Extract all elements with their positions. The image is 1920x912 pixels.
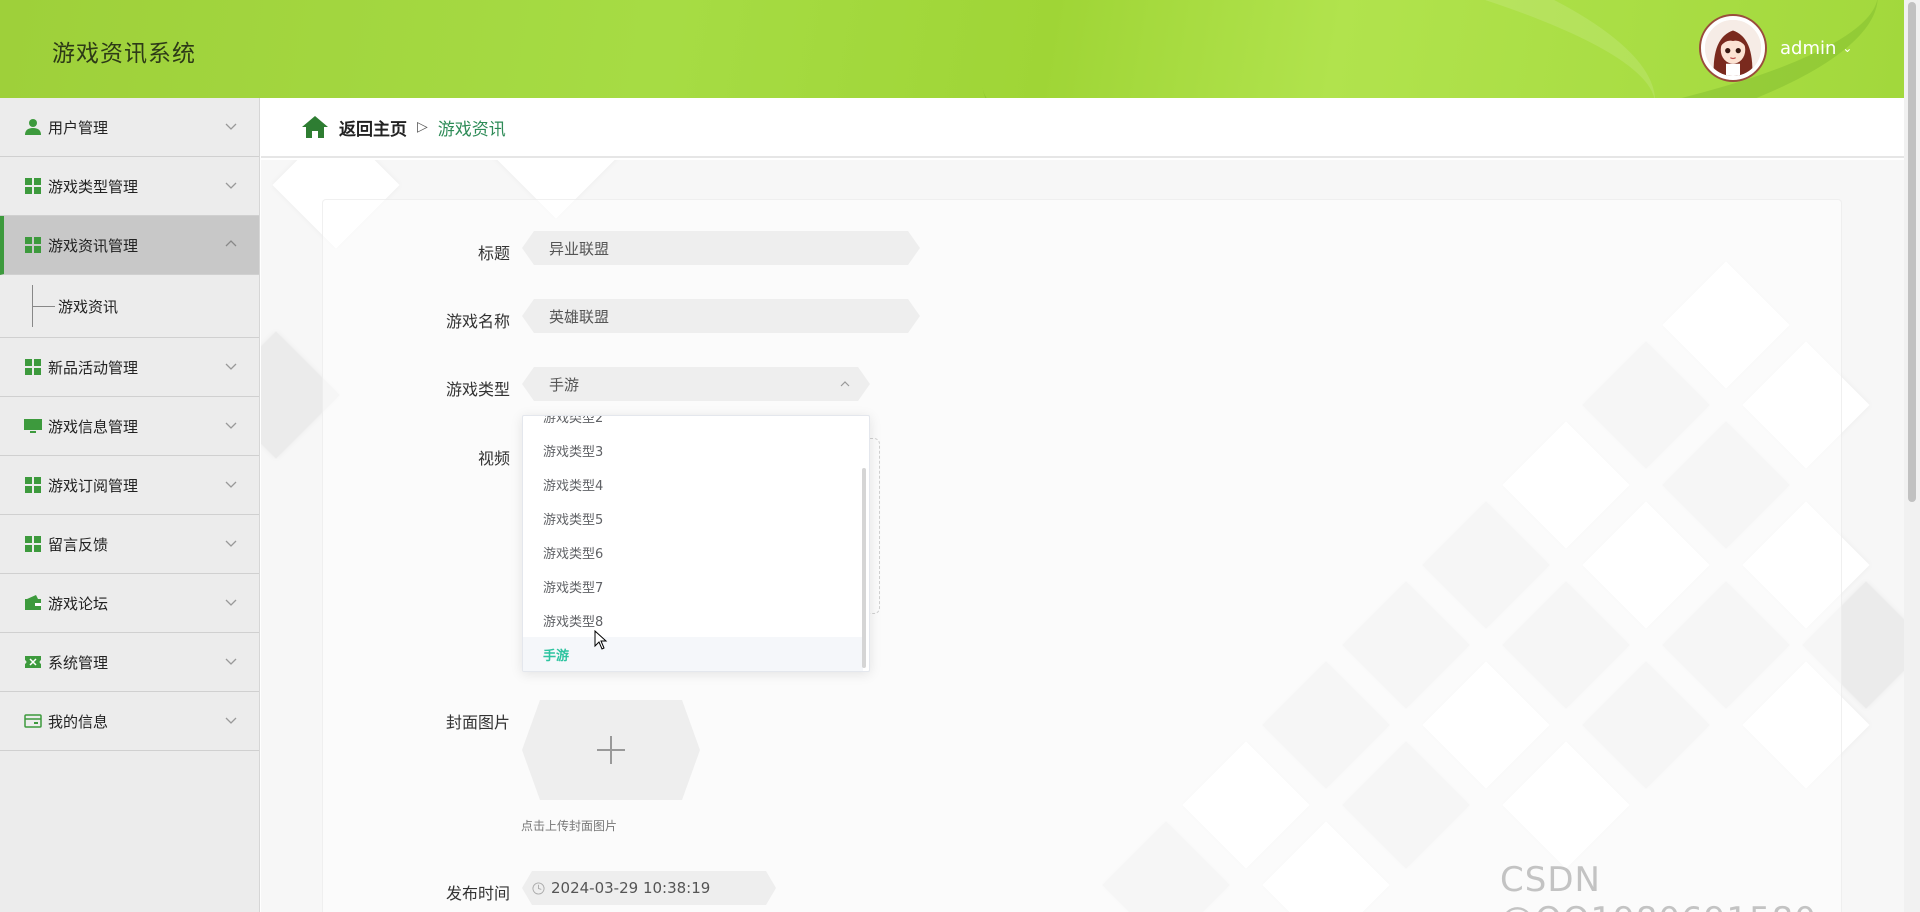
sidebar-subitem-label: 游戏资讯 — [58, 297, 119, 316]
sidebar-item-label: 新品活动管理 — [48, 358, 139, 377]
grid-icon — [25, 536, 41, 552]
game-name-value: 英雄联盟 — [549, 307, 610, 326]
sidebar-item-label: 系统管理 — [48, 653, 109, 672]
chevron-up-icon — [225, 240, 237, 247]
breadcrumb-separator: ▷ — [417, 119, 428, 135]
dropdown-option[interactable]: 游戏类型2 — [523, 416, 863, 433]
avatar[interactable] — [1701, 16, 1765, 80]
game-type-dropdown: 游戏类型2 游戏类型3 游戏类型4 游戏类型5 游戏类型6 游戏类型7 游戏类型… — [522, 415, 870, 672]
sidebar-item-my-info[interactable]: 我的信息 — [0, 692, 259, 751]
chevron-down-icon — [225, 123, 237, 130]
chevron-down-icon — [225, 481, 237, 488]
breadcrumb-current: 游戏资讯 — [437, 119, 506, 140]
sidebar-item-label: 用户管理 — [48, 118, 109, 137]
sidebar-item-label: 游戏订阅管理 — [48, 476, 139, 495]
plus-icon — [610, 736, 612, 764]
watermark: CSDN @QQ1980691580 — [1500, 860, 1816, 912]
cover-upload-button[interactable] — [522, 700, 700, 800]
wallet-icon — [25, 595, 41, 610]
sidebar-item-label: 游戏资讯管理 — [48, 236, 139, 255]
game-type-label: 游戏类型 — [445, 380, 510, 399]
dropdown-option[interactable]: 游戏类型5 — [523, 501, 863, 535]
username: admin — [1780, 38, 1837, 59]
title-label: 标题 — [477, 244, 510, 263]
game-name-input[interactable]: 英雄联盟 — [522, 299, 920, 333]
grid-icon — [25, 237, 41, 253]
dropdown-option-selected[interactable]: 手游 — [523, 637, 863, 671]
video-label: 视频 — [477, 449, 510, 468]
sidebar-item-label: 游戏类型管理 — [48, 177, 139, 196]
grid-icon — [25, 359, 41, 375]
sidebar-subitem-game-news[interactable]: 游戏资讯 — [0, 275, 259, 338]
mouse-cursor-icon — [594, 630, 608, 650]
dropdown-option[interactable]: 游戏类型3 — [523, 433, 863, 467]
grid-icon — [25, 178, 41, 194]
chevron-down-icon — [225, 363, 237, 370]
monitor-icon — [24, 419, 42, 433]
chevron-down-icon — [225, 540, 237, 547]
sidebar-item-game-news-management[interactable]: 游戏资讯管理 — [0, 216, 259, 275]
app-title: 游戏资讯系统 — [52, 41, 196, 67]
sidebar-item-label: 游戏论坛 — [48, 594, 109, 613]
chevron-down-icon: ⌄ — [1842, 41, 1853, 55]
sidebar: 用户管理 游戏类型管理 游戏资讯管理 游戏资讯 新品活动管理 游戏信息管理 游戏… — [0, 98, 260, 912]
breadcrumb-home-link[interactable]: 返回主页 — [339, 115, 407, 140]
sidebar-item-label: 留言反馈 — [48, 535, 109, 554]
user-icon — [25, 119, 41, 135]
sidebar-item-user-management[interactable]: 用户管理 — [0, 98, 259, 157]
breadcrumb: 返回主页 ▷ 游戏资讯 — [261, 98, 1904, 158]
user-menu[interactable]: admin ⌄ — [1780, 38, 1852, 59]
sidebar-item-new-event-management[interactable]: 新品活动管理 — [0, 338, 259, 397]
dropdown-option[interactable]: 游戏类型4 — [523, 467, 863, 501]
chevron-up-icon — [840, 379, 850, 389]
cover-image-label: 封面图片 — [445, 713, 510, 732]
home-icon[interactable] — [301, 113, 329, 141]
dropdown-option[interactable]: 游戏类型8 — [523, 603, 863, 637]
game-type-select[interactable]: 手游 — [522, 367, 870, 401]
chevron-down-icon — [225, 717, 237, 724]
avatar-girl-icon — [1705, 20, 1761, 76]
publish-time-label: 发布时间 — [445, 884, 510, 903]
chevron-down-icon — [225, 599, 237, 606]
dropdown-option[interactable]: 游戏类型7 — [523, 569, 863, 603]
sidebar-item-label: 我的信息 — [48, 712, 109, 731]
card-icon — [24, 714, 42, 728]
page-scrollbar[interactable] — [1904, 0, 1920, 912]
dropdown-scrollbar[interactable] — [862, 468, 866, 668]
page-scrollbar-thumb[interactable] — [1908, 2, 1916, 502]
title-value: 异业联盟 — [549, 239, 610, 258]
sidebar-item-feedback[interactable]: 留言反馈 — [0, 515, 259, 574]
publish-time-input[interactable]: 2024-03-29 10:38:19 — [522, 871, 776, 905]
sidebar-item-subscription-management[interactable]: 游戏订阅管理 — [0, 456, 259, 515]
sidebar-item-system-management[interactable]: 系统管理 — [0, 633, 259, 692]
game-type-value: 手游 — [549, 375, 580, 394]
publish-time-value: 2024-03-29 10:38:19 — [551, 879, 711, 897]
cover-upload-hint: 点击上传封面图片 — [521, 819, 618, 833]
chevron-down-icon — [225, 182, 237, 189]
top-header: 游戏资讯系统 admin ⌄ — [0, 0, 1904, 98]
game-name-label: 游戏名称 — [445, 312, 510, 331]
clock-icon — [532, 882, 545, 895]
dropdown-option[interactable]: 游戏类型6 — [523, 535, 863, 569]
grid-icon — [25, 477, 41, 493]
title-input[interactable]: 异业联盟 — [522, 231, 920, 265]
chevron-down-icon — [225, 658, 237, 665]
chevron-down-icon — [225, 422, 237, 429]
ticket-icon — [25, 656, 41, 668]
sidebar-item-game-forum[interactable]: 游戏论坛 — [0, 574, 259, 633]
sidebar-item-label: 游戏信息管理 — [48, 417, 139, 436]
sidebar-item-game-type-management[interactable]: 游戏类型管理 — [0, 157, 259, 216]
sidebar-item-game-info-management[interactable]: 游戏信息管理 — [0, 397, 259, 456]
tree-connector — [32, 285, 55, 327]
